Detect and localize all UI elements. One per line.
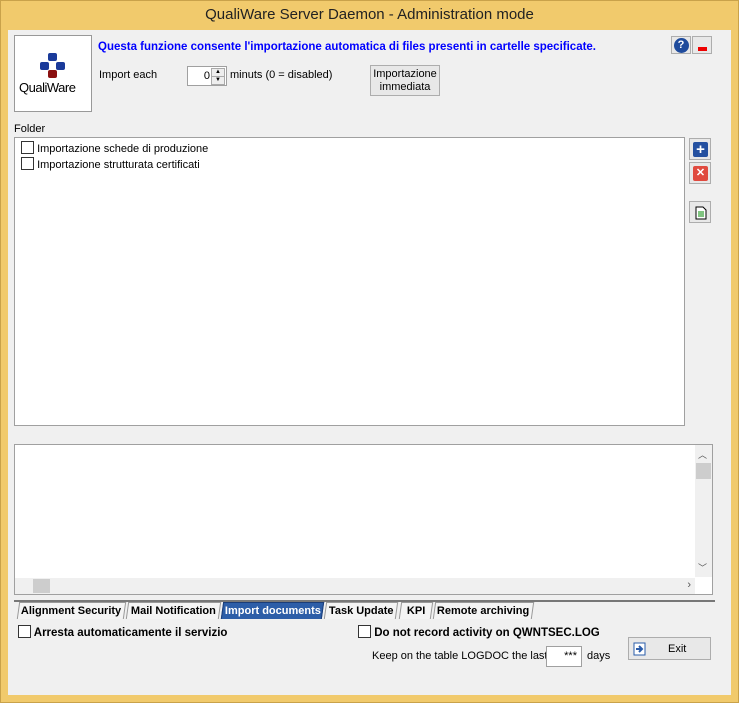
import-each-label: Import each [99,69,158,81]
scroll-down-icon[interactable]: ﹀ [698,561,707,574]
exit-button[interactable]: Exit [628,637,711,660]
folder-label: Folder [14,123,46,135]
window-title: QualiWare Server Daemon - Administration… [205,6,534,23]
import-now-button[interactable]: Importazione immediata [370,65,440,96]
import-now-line1: Importazione [373,68,437,80]
keep-label: Keep on the table LOGDOC the last [372,650,548,662]
folder-item-checkbox[interactable] [21,157,34,170]
tab-mail-notification[interactable]: Mail Notification [125,602,222,619]
horizontal-scrollbar[interactable]: › [15,578,695,594]
no-record-label: Do not record activity on QWNTSEC.LOG [374,627,600,639]
help-button[interactable]: ? [671,36,691,54]
scroll-thumb[interactable] [696,463,711,479]
log-area[interactable]: ︿ ﹀ › [14,444,713,595]
folder-item-label: Importazione schede di produzione [37,143,209,155]
spin-down-icon[interactable]: ▼ [211,76,225,85]
logo-mark-icon [40,53,65,78]
auto-stop-option[interactable]: Arresta automaticamente il servizio [18,625,227,639]
keep-days-value: *** [564,650,577,662]
plus-icon: + [693,142,708,157]
tab-import-documents[interactable]: Import documents [220,602,325,619]
import-interval-spinner[interactable]: 0 ▲ ▼ [187,66,227,86]
minimize-icon [698,47,707,51]
vertical-scrollbar[interactable]: ︿ ﹀ [695,445,712,577]
logo: QualiWare [14,35,92,112]
minimize-button[interactable] [692,36,712,54]
tab-alignment-security[interactable]: Alignment Security [16,602,127,619]
exit-label: Exit [668,643,687,655]
scroll-up-icon[interactable]: ︿ [698,448,707,461]
close-icon: ✕ [693,166,708,181]
logo-text: QualiWare [19,80,76,95]
folder-list[interactable]: Importazione schede di produzione Import… [14,137,685,426]
folder-item[interactable]: Importazione strutturata certificati [21,157,200,171]
folder-item[interactable]: Importazione schede di produzione [21,141,208,155]
import-now-line2: immediata [379,81,431,93]
tab-remote-archiving[interactable]: Remote archiving [432,602,535,619]
folder-details-button[interactable] [689,201,711,223]
no-record-checkbox[interactable] [358,625,371,638]
tab-task-update[interactable]: Task Update [323,602,399,619]
auto-stop-label: Arresta automaticamente il servizio [33,627,228,639]
keep-days-input[interactable]: *** [546,646,582,667]
exit-icon [633,642,646,656]
interval-unit-label: minuts (0 = disabled) [230,69,333,81]
folder-item-label: Importazione strutturata certificati [37,159,200,171]
remove-folder-button[interactable]: ✕ [689,162,711,184]
help-icon: ? [673,38,689,53]
document-icon [695,206,707,220]
import-interval-value: 0 [203,70,210,82]
auto-stop-checkbox[interactable] [18,625,31,638]
hscroll-thumb[interactable] [33,579,50,593]
no-record-option[interactable]: Do not record activity on QWNTSEC.LOG [358,625,600,639]
add-folder-button[interactable]: + [689,138,711,160]
folder-item-checkbox[interactable] [21,141,34,154]
description: Questa funzione consente l'importazione … [98,41,597,53]
tab-kpi[interactable]: KPI [398,602,434,619]
days-label: days [587,650,611,662]
scroll-right-icon[interactable]: › [687,579,691,591]
